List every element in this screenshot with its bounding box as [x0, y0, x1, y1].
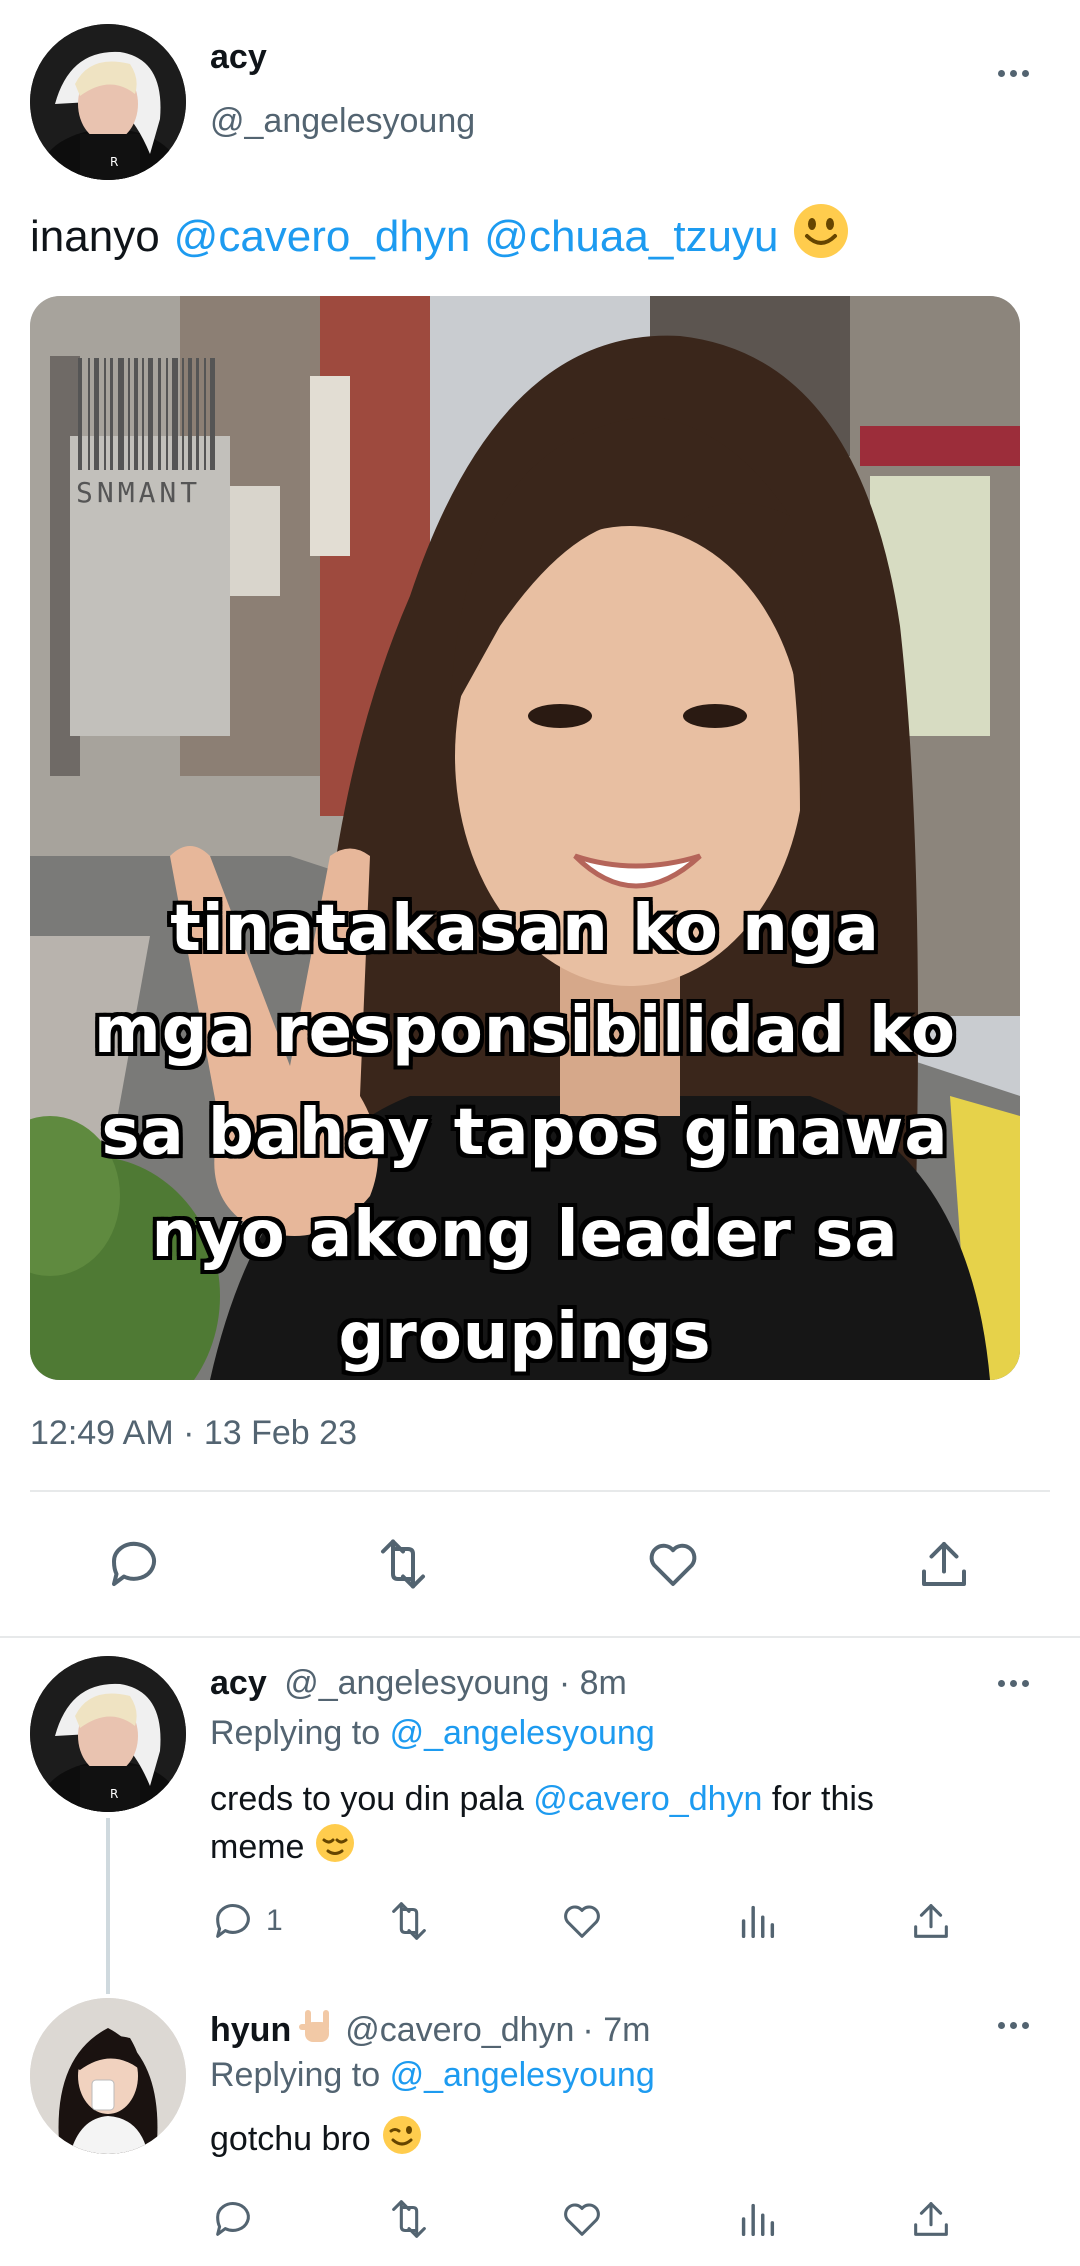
mention-link[interactable]: @chuaa_tzuyu	[484, 212, 778, 262]
rock-on-hand-icon	[299, 2006, 335, 2055]
meme-caption-line: tinatakasan ko nga	[170, 892, 880, 966]
like-heart-icon[interactable]	[642, 1534, 704, 1594]
reply-display-name[interactable]: hyun	[210, 2011, 291, 2050]
share-icon[interactable]	[914, 1534, 974, 1594]
svg-text:R: R	[110, 1787, 118, 1801]
retweet-icon[interactable]	[384, 1898, 434, 1944]
replying-to-handle[interactable]: @_angelesyoung	[390, 2056, 655, 2094]
like-heart-icon[interactable]	[558, 2196, 606, 2242]
reply-handle[interactable]: @_angelesyoung	[284, 1664, 549, 1702]
reply-icon[interactable]	[104, 1534, 164, 1594]
watermark-text: SNMANT	[76, 476, 202, 509]
reply-icon[interactable]	[210, 2196, 256, 2242]
analytics-icon[interactable]	[734, 2196, 780, 2242]
main-tweet-display-name[interactable]: acy	[210, 38, 267, 77]
mention-link[interactable]: @cavero_dhyn	[533, 1780, 762, 1818]
main-tweet-handle[interactable]: @_angelesyoung	[210, 102, 475, 141]
main-tweet-text-prefix: inanyo	[30, 211, 160, 261]
reply-header: hyun @cavero_dhyn · 7m	[210, 2006, 650, 2055]
replying-to-label: Replying to	[210, 1714, 381, 1752]
replying-to: Replying to @_angelesyoung	[210, 2056, 655, 2095]
reply-time[interactable]: · 7m	[582, 2011, 650, 2050]
svg-text:R: R	[110, 155, 118, 169]
reply-avatar[interactable]: R	[30, 1656, 186, 1812]
thread-connector-line	[106, 1818, 110, 1994]
meme-caption-line: groupings	[338, 1300, 712, 1374]
retweet-icon[interactable]	[370, 1534, 436, 1594]
mention-link[interactable]: @cavero_dhyn	[174, 212, 471, 262]
main-tweet-avatar[interactable]: R	[30, 24, 186, 180]
reply-text-body: gotchu bro	[210, 2120, 371, 2158]
retweet-icon[interactable]	[384, 2196, 434, 2242]
replying-to-handle[interactable]: @_angelesyoung	[390, 1714, 655, 1752]
relieved-face-icon	[314, 1822, 356, 1876]
reply-header: acy @_angelesyoung · 8m	[210, 1664, 627, 1703]
reply-icon[interactable]: 1	[210, 1898, 283, 1944]
main-tweet-more-icon[interactable]	[998, 70, 1029, 77]
tweet-timestamp[interactable]: 12:49 AM · 13 Feb 23	[30, 1414, 357, 1453]
reply-display-name[interactable]: acy	[210, 1664, 267, 1702]
reply-more-icon[interactable]	[998, 2022, 1029, 2029]
like-heart-icon[interactable]	[558, 1898, 606, 1944]
reply-avatar[interactable]	[30, 1998, 186, 2154]
slightly-smiling-face-icon	[792, 202, 850, 271]
winking-face-icon	[381, 2114, 423, 2165]
reply-text-before: creds to you din pala	[210, 1780, 524, 1818]
meme-caption-line: nyo akong leader sa	[151, 1198, 899, 1272]
reply-time[interactable]: · 8m	[559, 1664, 627, 1702]
meme-caption-line: mga responsibilidad ko	[94, 994, 956, 1068]
tweet-media-image[interactable]: SNMANT tinatakasan ko nga mga responsibi…	[30, 296, 1020, 1380]
reply-text: gotchu bro	[210, 2114, 423, 2165]
share-icon[interactable]	[908, 2196, 954, 2242]
reply-more-icon[interactable]	[998, 1680, 1029, 1687]
meme-caption-line: sa bahay tapos ginawa	[101, 1096, 949, 1170]
divider	[0, 1636, 1080, 1638]
reply-count: 1	[266, 1904, 283, 1937]
replying-to: Replying to @_angelesyoung	[210, 1714, 655, 1753]
reply-text-after: for this	[771, 1780, 874, 1818]
analytics-icon[interactable]	[734, 1898, 780, 1944]
reply-text: creds to you din pala @cavero_dhyn for t…	[210, 1776, 1010, 1876]
main-tweet-text: inanyo @cavero_dhyn @chuaa_tzuyu	[30, 202, 850, 271]
share-icon[interactable]	[908, 1898, 954, 1944]
divider	[30, 1490, 1050, 1492]
reply-text-line2: meme	[210, 1827, 305, 1866]
reply-handle[interactable]: @cavero_dhyn	[345, 2011, 574, 2050]
replying-to-label: Replying to	[210, 2056, 381, 2094]
